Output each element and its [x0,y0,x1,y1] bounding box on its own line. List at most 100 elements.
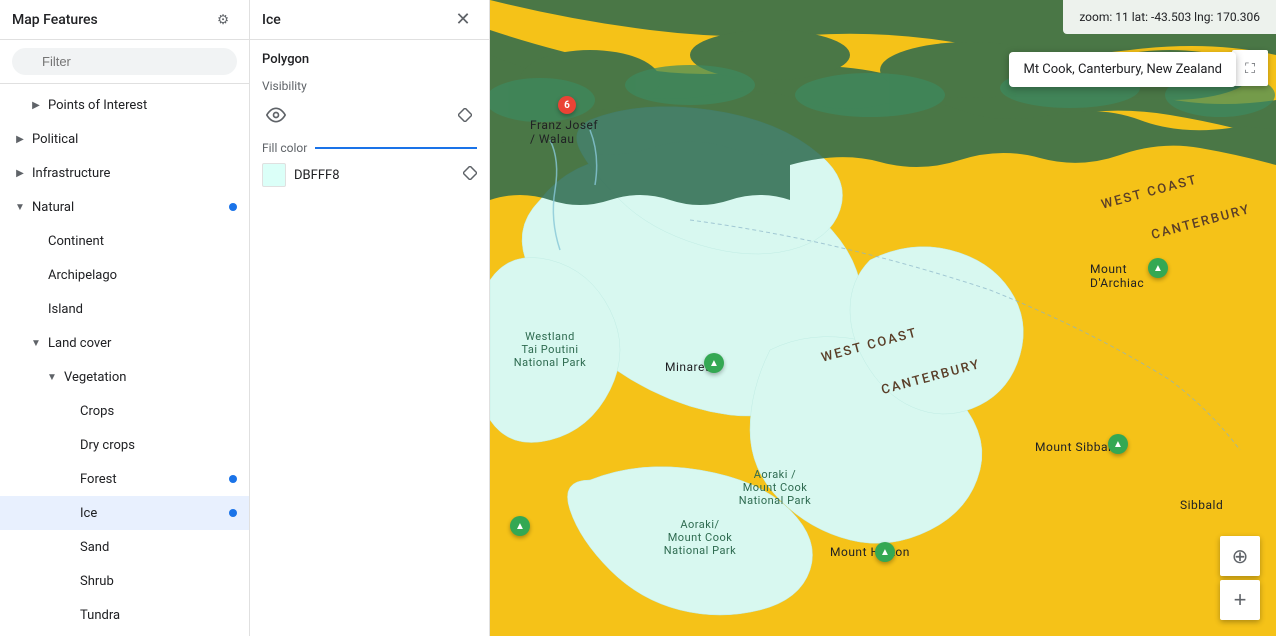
sidebar-item-ice[interactable]: Ice [0,496,249,530]
chevron-icon: ▶ [12,131,28,147]
chevron-icon [60,437,76,453]
chevron-icon: ▼ [44,369,60,385]
marker-mount-darchiac[interactable]: ▲ [1148,258,1168,278]
lat-label: lat: [1129,10,1151,24]
sidebar-item-island[interactable]: Island [0,292,249,326]
sidebar-item-label: Continent [48,234,237,249]
lng-value: 170.306 [1216,10,1260,24]
sidebar-item-water[interactable]: ▶Water [0,632,249,636]
feature-tree: ▶ Points of Interest ▶ Political ▶ Infrastruc… [0,84,249,636]
visibility-diamond-icon[interactable] [453,103,477,127]
sidebar-item-label: Tundra [80,608,237,623]
chevron-icon [60,505,76,521]
fullscreen-button[interactable]: ⛶ [1232,50,1268,86]
zoom-value: 11 [1115,10,1129,24]
sidebar-item-points-of-interest[interactable]: ▶ Points of Interest [0,88,249,122]
lng-label: lng: [1191,10,1216,24]
chevron-icon [28,301,44,317]
marker-aoraki[interactable]: ▲ [510,516,530,536]
chevron-icon [60,607,76,623]
color-swatch[interactable] [262,163,286,187]
active-dot [229,203,237,211]
marker-mount-hutton[interactable]: ▲ [875,542,895,562]
location-button[interactable]: ⊕ [1220,536,1260,576]
detail-panel-title: Ice [262,12,281,28]
marker-mount-sibbald[interactable]: ▲ [1108,434,1128,454]
sidebar-item-label: Dry crops [80,438,237,453]
sidebar-item-label: Points of Interest [48,98,237,113]
chevron-icon [60,539,76,555]
location-icon: ⊕ [1232,544,1249,569]
chevron-icon [60,471,76,487]
fullscreen-icon: ⛶ [1245,60,1255,77]
fill-color-label: Fill color [262,141,477,155]
sidebar-item-political[interactable]: ▶ Political [0,122,249,156]
sidebar-item-label: Land cover [48,336,237,351]
marker-franz-josef[interactable]: 6 [558,96,576,114]
detail-panel: Ice ✕ Polygon Visibility Fill color [250,0,490,636]
zoom-label: zoom: [1079,10,1115,24]
sidebar-item-label: Infrastructure [32,166,237,181]
sidebar-item-archipelago[interactable]: Archipelago [0,258,249,292]
eye-icon[interactable] [262,101,290,129]
chevron-icon [60,403,76,419]
detail-type-label: Polygon [262,52,477,67]
detail-header: Ice ✕ [250,0,489,40]
visibility-label: Visibility [262,79,477,93]
sidebar-item-shrub[interactable]: Shrub [0,564,249,598]
active-dot [229,475,237,483]
sidebar-item-label: Vegetation [64,370,237,385]
sidebar-item-label: Political [32,132,237,147]
sidebar-item-tundra[interactable]: Tundra [0,598,249,632]
sidebar-item-forest[interactable]: Forest [0,462,249,496]
sidebar-title: Map Features [12,12,98,28]
chevron-icon: ▼ [12,199,28,215]
marker-minarets[interactable]: ▲ [704,353,724,373]
lat-value: -43.503 [1151,10,1191,24]
sidebar-item-dry-crops[interactable]: Dry crops [0,428,249,462]
sidebar-header: Map Features ⚙ [0,0,249,40]
detail-body: Polygon Visibility Fill color [250,40,489,199]
chevron-icon: ▼ [28,335,44,351]
map-svg [490,0,1276,636]
active-dot [229,509,237,517]
sidebar-item-label: Natural [32,200,229,215]
color-hex-value: DBFFF8 [294,168,455,183]
gear-button[interactable]: ⚙ [209,6,237,34]
sidebar-item-land-cover[interactable]: ▼ Land cover [0,326,249,360]
sidebar: Map Features ⚙ ≡ ▶ Points of Interest ▶ Pol… [0,0,250,636]
sidebar-item-label: Archipelago [48,268,237,283]
location-tooltip: Mt Cook, Canterbury, New Zealand [1009,52,1236,87]
sidebar-item-sand[interactable]: Sand [0,530,249,564]
map-stats-bar: zoom: 11 lat: -43.503 lng: 170.306 [1063,0,1276,34]
chevron-icon [28,233,44,249]
chevron-icon: ▶ [12,165,28,181]
gear-icon: ⚙ [217,12,229,28]
visibility-row [262,101,477,129]
sidebar-item-label: Shrub [80,574,237,589]
sidebar-item-infrastructure[interactable]: ▶ Infrastructure [0,156,249,190]
sidebar-item-crops[interactable]: Crops [0,394,249,428]
sidebar-item-continent[interactable]: Continent [0,224,249,258]
close-icon: ✕ [455,9,470,30]
map-area[interactable]: zoom: 11 lat: -43.503 lng: 170.306 Mt Co… [490,0,1276,636]
sidebar-item-label: Ice [80,506,229,521]
close-button[interactable]: ✕ [449,6,477,34]
chevron-icon [28,267,44,283]
color-diamond-icon[interactable] [463,166,477,184]
chevron-icon: ▶ [28,97,44,113]
fill-color-section: Fill color DBFFF8 [262,141,477,187]
sidebar-item-vegetation[interactable]: ▼ Vegetation [0,360,249,394]
color-row: DBFFF8 [262,163,477,187]
filter-section: ≡ [0,40,249,84]
chevron-icon [60,573,76,589]
filter-input[interactable] [12,48,237,75]
plus-icon: + [1234,587,1247,613]
map-controls: ⊕ + [1220,536,1260,620]
sidebar-item-label: Sand [80,540,237,555]
sidebar-item-natural[interactable]: ▼ Natural [0,190,249,224]
fill-color-line [315,147,477,149]
zoom-in-button[interactable]: + [1220,580,1260,620]
sidebar-item-label: Forest [80,472,229,487]
sidebar-item-label: Island [48,302,237,317]
